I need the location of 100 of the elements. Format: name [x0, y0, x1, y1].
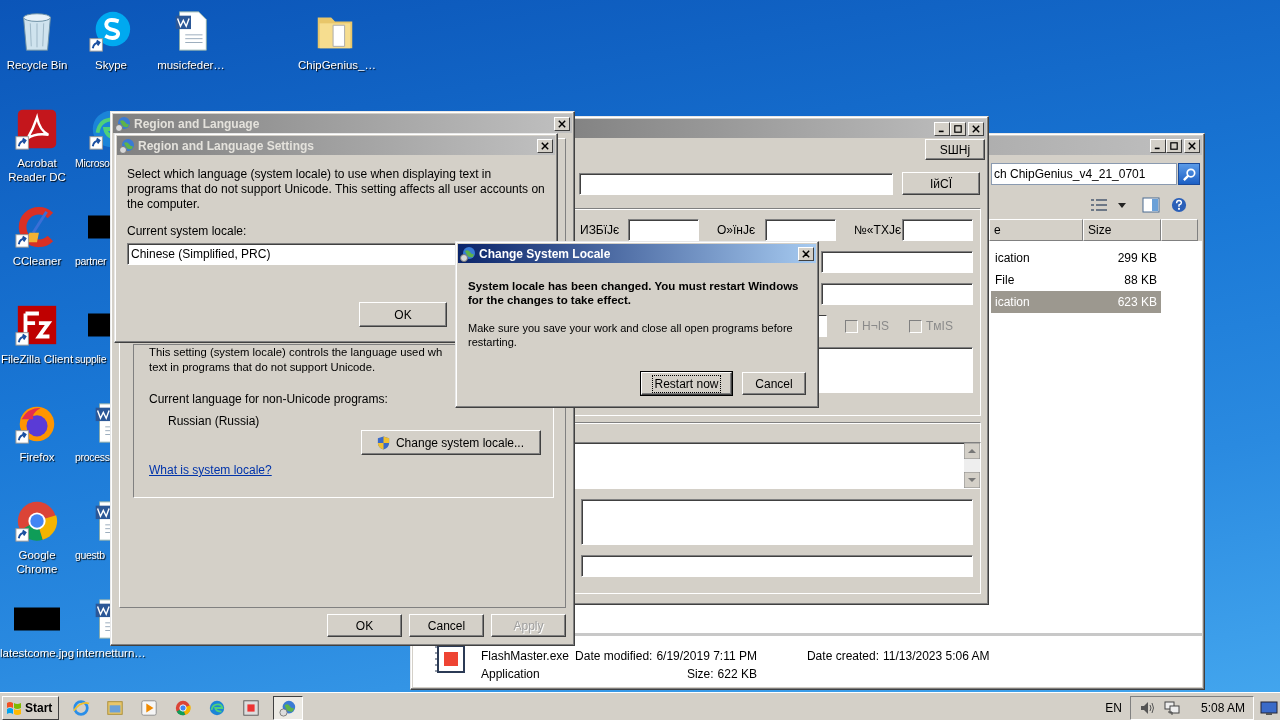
maximize-button[interactable] [1166, 138, 1182, 153]
search-button[interactable] [1178, 163, 1200, 185]
input-field[interactable] [579, 172, 893, 195]
close-button[interactable] [537, 138, 553, 153]
icon-label[interactable]: Firefox [19, 450, 55, 464]
taskbar-button[interactable] [273, 695, 304, 720]
icon-label[interactable]: latestcome.jpg [0, 646, 74, 660]
icon-label[interactable]: musicfeder… [157, 58, 225, 72]
change-locale-button[interactable]: Change system locale... [360, 430, 541, 455]
help-icon[interactable] [1170, 197, 1188, 213]
input-field[interactable] [765, 219, 836, 241]
close-icon [1188, 141, 1196, 150]
browser-icon [174, 698, 193, 717]
scroll-down-icon[interactable] [964, 472, 980, 488]
field-label: Size: [686, 667, 714, 681]
query-button[interactable]: ІйСЇ [902, 172, 980, 195]
close-icon [972, 124, 980, 133]
window-title: Region and Language Settings [138, 138, 314, 153]
globe-icon [115, 115, 131, 132]
scroll-bar[interactable] [964, 443, 980, 488]
browser-icon [208, 698, 227, 717]
globe-icon [279, 698, 298, 717]
file-name: FlashMaster.exe [481, 649, 570, 663]
dialog-button[interactable]: Cancel [409, 614, 484, 637]
icon-label[interactable]: Acrobat Reader DC [0, 156, 74, 184]
media-player-icon [140, 698, 159, 717]
maximize-icon [954, 124, 962, 133]
toolbar-button[interactable]: SШНј [925, 139, 985, 160]
icon-label[interactable]: supplie [75, 352, 107, 366]
start-button[interactable]: Start [2, 695, 60, 720]
shield-icon [375, 434, 391, 451]
size-value: 622 KB [717, 667, 757, 681]
language-value: Russian (Russia) [168, 414, 261, 428]
ok-button[interactable]: OK [359, 302, 447, 327]
search-icon [1181, 166, 1197, 182]
browser-icon [72, 698, 91, 717]
date-value: 11/13/2023 5:06 AM [883, 649, 990, 663]
date-value: 6/19/2019 7:11 PM [656, 649, 757, 663]
chip-icon [242, 698, 261, 717]
icon-label[interactable]: Google Chrome [0, 548, 74, 576]
dialog-button[interactable]: Restart now [641, 372, 732, 395]
icon-label[interactable]: FileZilla Client [0, 352, 74, 366]
maximize-button[interactable] [950, 121, 966, 136]
icon-label[interactable]: Recycle Bin [6, 58, 68, 72]
icon-label[interactable]: process [75, 450, 110, 464]
search-field[interactable]: ch ChipGenius_v4_21_0701 [991, 163, 1177, 185]
dialog-button[interactable]: Cancel [742, 372, 806, 395]
column-header[interactable]: Size [1083, 219, 1161, 241]
close-icon [541, 141, 549, 150]
globe-icon [119, 137, 135, 154]
close-button[interactable] [1184, 138, 1200, 153]
text-area[interactable] [581, 499, 973, 545]
icon-label[interactable]: CCleaner [12, 254, 62, 268]
close-button[interactable] [968, 121, 984, 136]
description-text: Select which language (system locale) to use when displaying text in programs that do not support Unicode. This setting affects all user accounts on the computer. [127, 167, 545, 212]
caret-icon[interactable] [1118, 202, 1126, 208]
dialog-button[interactable]: OK [327, 614, 402, 637]
icon-label[interactable]: Microso [75, 156, 110, 170]
description-text: This setting (system locale) controls the language used wh [149, 345, 444, 360]
column-header[interactable]: e [989, 219, 1083, 241]
clock[interactable]: 5:08 AM [1200, 700, 1245, 715]
file-type: Application [481, 667, 541, 681]
input-field[interactable] [628, 219, 699, 241]
field-label: №«ТХЈє [854, 223, 902, 237]
icon-label[interactable]: Skype [95, 58, 127, 72]
view-list-icon[interactable] [1090, 197, 1108, 213]
input-field[interactable] [821, 283, 973, 305]
message-text: Make sure you save your work and close all open programs before restarting. [468, 321, 794, 349]
help-link[interactable]: What is system locale? [149, 463, 272, 477]
input-field[interactable] [902, 219, 973, 241]
file-type: ication [995, 251, 1030, 265]
icon-label[interactable]: guestb [75, 548, 105, 562]
close-icon [558, 119, 566, 128]
language-indicator[interactable]: EN [1105, 700, 1122, 715]
file-type: ication [995, 295, 1030, 309]
preview-pane-icon[interactable] [1142, 197, 1160, 213]
minimize-button[interactable] [934, 121, 950, 136]
column-header[interactable] [1161, 219, 1198, 241]
file-row[interactable]: ication 299 KB [991, 247, 1161, 269]
close-button[interactable] [554, 116, 570, 131]
show-desktop-icon[interactable] [1260, 698, 1278, 717]
close-button[interactable] [798, 246, 814, 261]
input-field[interactable] [581, 555, 973, 577]
file-row[interactable]: File 88 KB [991, 269, 1161, 291]
icon-label[interactable]: internetturn… [76, 646, 146, 660]
field-label: Current system locale: [127, 224, 248, 238]
windows-flag-icon [6, 699, 22, 716]
scroll-up-icon[interactable] [964, 443, 980, 459]
file-size: 88 KB [1124, 273, 1157, 287]
minimize-button[interactable] [1150, 138, 1166, 153]
input-field[interactable] [821, 251, 973, 273]
file-size: 299 KB [1117, 251, 1157, 265]
icon-label[interactable]: partner [75, 254, 107, 268]
window-title: Region and Language [134, 116, 260, 131]
field-label: Date created: [806, 649, 879, 663]
list-box[interactable] [573, 442, 981, 489]
network-icon[interactable] [1162, 698, 1181, 717]
file-type: File [995, 273, 1015, 287]
field-label: Current language for non-Unicode programs: [149, 392, 389, 406]
globe-icon [460, 245, 476, 262]
